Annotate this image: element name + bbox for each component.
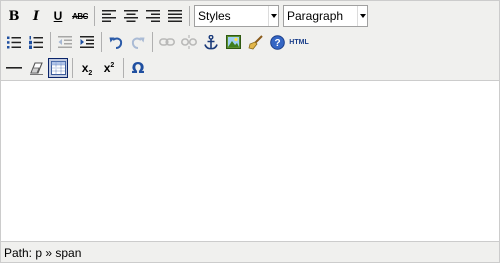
italic-button[interactable]: I: [26, 6, 46, 26]
horizontal-rule-button[interactable]: [4, 58, 24, 78]
outdent-button[interactable]: [55, 32, 75, 52]
remove-format-icon: [29, 61, 43, 75]
superscript-icon: x2: [104, 61, 115, 75]
align-justify-icon: [168, 10, 182, 22]
subscript-button[interactable]: x2: [77, 58, 97, 78]
rich-text-editor: B I U ABC Styles Paragraph ? HTML x2 x2 …: [0, 0, 500, 263]
editor-content-area[interactable]: [1, 82, 499, 241]
toolbar-row-2: ? HTML: [4, 30, 311, 54]
unlink-icon: [181, 35, 197, 49]
align-center-icon: [124, 10, 138, 22]
html-source-icon: HTML: [289, 38, 309, 46]
align-center-button[interactable]: [121, 6, 141, 26]
styles-select[interactable]: Styles: [194, 5, 279, 27]
redo-icon: [131, 37, 145, 49]
image-icon: [225, 35, 241, 49]
html-source-button[interactable]: HTML: [289, 32, 309, 52]
unlink-button[interactable]: [179, 32, 199, 52]
image-button[interactable]: [223, 32, 243, 52]
bullet-list-icon: [7, 36, 21, 48]
align-justify-button[interactable]: [165, 6, 185, 26]
align-left-button[interactable]: [99, 6, 119, 26]
bold-button[interactable]: B: [4, 6, 24, 26]
horizontal-rule-icon: [6, 67, 22, 69]
link-icon: [159, 38, 175, 46]
underline-icon: U: [53, 9, 63, 23]
editor-toolbar: B I U ABC Styles Paragraph ? HTML x2 x2 …: [1, 1, 499, 81]
numbered-list-icon: [29, 35, 43, 49]
superscript-mark: 2: [110, 62, 115, 69]
align-right-icon: [146, 10, 160, 22]
visual-aid-icon: [50, 61, 66, 75]
cleanup-button[interactable]: [245, 32, 265, 52]
link-button[interactable]: [157, 32, 177, 52]
toolbar-separator: [152, 32, 153, 52]
special-character-button[interactable]: Ω: [128, 58, 148, 78]
undo-button[interactable]: [106, 32, 126, 52]
strikethrough-button[interactable]: ABC: [70, 6, 90, 26]
element-path: Path: p » span: [4, 246, 82, 260]
indent-button[interactable]: [77, 32, 97, 52]
redo-button[interactable]: [128, 32, 148, 52]
toolbar-separator: [94, 6, 95, 26]
chevron-down-icon[interactable]: [268, 6, 278, 26]
undo-icon: [109, 37, 123, 49]
remove-format-button[interactable]: [26, 58, 46, 78]
subscript-mark: 2: [88, 70, 93, 77]
align-right-button[interactable]: [143, 6, 163, 26]
toolbar-separator: [101, 32, 102, 52]
strikethrough-icon: ABC: [72, 11, 88, 21]
visual-aid-button[interactable]: [48, 58, 68, 78]
format-select-value: Paragraph: [287, 9, 344, 23]
superscript-button[interactable]: x2: [99, 58, 119, 78]
format-select[interactable]: Paragraph: [283, 5, 368, 27]
help-button[interactable]: ?: [267, 32, 287, 52]
indent-icon: [80, 36, 94, 48]
outdent-icon: [58, 36, 72, 48]
anchor-button[interactable]: [201, 32, 221, 52]
styles-select-value: Styles: [198, 9, 231, 23]
toolbar-separator: [72, 58, 73, 78]
subscript-icon: x2: [82, 61, 93, 77]
toolbar-separator: [123, 58, 124, 78]
align-left-icon: [102, 10, 116, 22]
italic-icon: I: [32, 8, 40, 24]
bullet-list-button[interactable]: [4, 32, 24, 52]
special-character-icon: Ω: [131, 59, 145, 77]
svg-text:?: ?: [274, 38, 280, 49]
status-bar: Path: p » span: [1, 241, 499, 262]
toolbar-separator: [189, 6, 190, 26]
cleanup-icon: [248, 34, 263, 49]
toolbar-separator: [50, 32, 51, 52]
help-icon: ?: [269, 34, 285, 50]
toolbar-row-1: B I U ABC Styles Paragraph: [4, 4, 372, 28]
chevron-down-icon[interactable]: [357, 6, 367, 26]
toolbar-row-3: x2 x2 Ω: [4, 56, 150, 80]
underline-button[interactable]: U: [48, 6, 68, 26]
bold-icon: B: [8, 8, 20, 24]
anchor-icon: [204, 34, 218, 49]
numbered-list-button[interactable]: [26, 32, 46, 52]
